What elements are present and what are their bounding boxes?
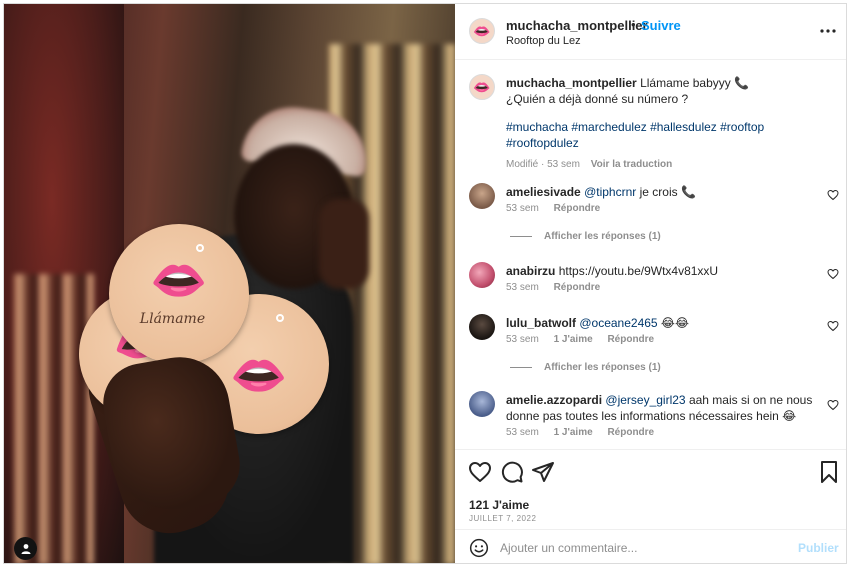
post-date: JUILLET 7, 2022 — [469, 514, 537, 523]
caption-hashtags[interactable]: #muchacha #marchedulez #hallesdulez #roo… — [506, 119, 836, 151]
caption-line2: ¿Quién a déjà donné su número ? — [506, 92, 689, 106]
show-replies-label: Afficher les réponses (1) — [544, 362, 661, 373]
like-comment-heart-icon[interactable] — [827, 268, 839, 280]
avatar[interactable]: 👄 — [469, 18, 495, 44]
reply-button[interactable]: Répondre — [607, 427, 654, 438]
caption-text: muchacha_montpellier Llámame babyyy 📞 ¿Q… — [506, 75, 836, 173]
comment-time: 53 sem — [506, 334, 539, 345]
comment-likes-count[interactable]: 1 J'aime — [554, 334, 593, 345]
comment-text: anabirzu https://youtu.be/9Wtx4v81xxU — [506, 263, 816, 279]
avatar[interactable] — [469, 314, 495, 340]
post-location[interactable]: Rooftop du Lez — [506, 35, 581, 47]
comment-likes-count[interactable]: 1 J'aime — [554, 427, 593, 438]
add-comment-bar: Publier — [455, 529, 846, 563]
caption-edited-time: Modifié · 53 sem — [506, 159, 580, 170]
comment-text: lulu_batwolf @oceane2465 😂😂 — [506, 315, 816, 331]
comment-text: ameliesivade @tiphcrnr je crois 📞 — [506, 184, 816, 200]
replies-line — [510, 235, 532, 237]
caption-line1: Llámame babyyy 📞 — [640, 76, 750, 90]
comment-mention[interactable]: @jersey_girl23 — [605, 393, 685, 407]
more-options-button[interactable] — [816, 22, 840, 40]
like-comment-heart-icon[interactable] — [827, 189, 839, 201]
like-heart-icon[interactable] — [468, 460, 492, 484]
publish-button[interactable]: Publier — [798, 541, 839, 555]
comment-time: 53 sem — [506, 282, 539, 293]
comment-bubble-icon[interactable] — [500, 460, 524, 484]
avatar[interactable] — [469, 183, 495, 209]
tagged-users-button[interactable] — [14, 537, 37, 560]
reply-button[interactable]: Répondre — [554, 203, 601, 214]
post-actions: 121 J'aime JUILLET 7, 2022 — [455, 449, 846, 529]
comment-username[interactable]: lulu_batwolf — [506, 316, 576, 330]
comment-meta: 53 sem Répondre — [506, 282, 612, 293]
caption-author[interactable]: muchacha_montpellier — [506, 76, 637, 90]
avatar[interactable]: 👄 — [469, 74, 495, 100]
avatar[interactable] — [469, 262, 495, 288]
comment-time: 53 sem — [506, 427, 539, 438]
comment-username[interactable]: amelie.azzopardi — [506, 393, 602, 407]
show-replies-button[interactable]: Afficher les réponses (1) — [510, 231, 661, 242]
comment-link[interactable]: https://youtu.be/9Wtx4v81xxU — [559, 264, 718, 278]
post-modal: 👄 👄 👄 Llámame 👄 muchacha_montpellier • S… — [3, 3, 847, 564]
comment-meta: 53 sem Répondre — [506, 203, 612, 214]
like-comment-heart-icon[interactable] — [827, 320, 839, 332]
user-icon — [21, 543, 30, 554]
reply-button[interactable]: Répondre — [554, 282, 601, 293]
replies-line — [510, 366, 532, 368]
bookmark-icon[interactable] — [817, 460, 841, 484]
add-comment-input[interactable] — [500, 538, 780, 558]
avatar[interactable] — [469, 391, 495, 417]
comment-meta: 53 sem 1 J'aime Répondre — [506, 427, 666, 438]
comment-time: 53 sem — [506, 203, 539, 214]
comment-body: je crois 📞 — [636, 185, 696, 199]
post-author-username[interactable]: muchacha_montpellier — [506, 18, 648, 33]
post-header: 👄 muchacha_montpellier • Suivre Rooftop … — [455, 4, 846, 60]
photo-person-phone-hand — [319, 199, 369, 289]
post-photo: 👄 👄 👄 Llámame — [4, 4, 455, 563]
separator-dot: • — [631, 17, 636, 32]
translate-button[interactable]: Voir la traduction — [591, 159, 673, 170]
photo-coaster-text: Llámame — [139, 310, 206, 327]
post-caption: 👄 muchacha_montpellier Llámame babyyy 📞 … — [469, 74, 839, 170]
post-side-panel: 👄 muchacha_montpellier • Suivre Rooftop … — [455, 4, 846, 563]
lips-logo-icon: 👄 — [473, 79, 491, 95]
comment-username[interactable]: ameliesivade — [506, 185, 581, 199]
emoji-icon[interactable] — [469, 538, 489, 558]
comment-meta: 53 sem 1 J'aime Répondre — [506, 334, 666, 345]
more-horizontal-icon — [820, 29, 836, 33]
comment-text: amelie.azzopardi @jersey_girl23 aah mais… — [506, 392, 816, 424]
like-comment-heart-icon[interactable] — [827, 399, 839, 411]
lips-logo-icon: 👄 — [473, 23, 491, 39]
show-replies-label: Afficher les réponses (1) — [544, 231, 661, 242]
comment-mention[interactable]: @oceane2465 — [579, 316, 657, 330]
caption-meta: Modifié · 53 sem Voir la traduction — [506, 157, 836, 173]
share-send-icon[interactable] — [531, 460, 555, 484]
comment-username[interactable]: anabirzu — [506, 264, 555, 278]
comment-mention[interactable]: @tiphcrnr — [584, 185, 636, 199]
photo-coaster: 👄 Llámame — [109, 224, 249, 364]
follow-button[interactable]: Suivre — [641, 18, 681, 33]
photo-background-lights — [14, 274, 94, 563]
reply-button[interactable]: Répondre — [607, 334, 654, 345]
comments-list[interactable]: 👄 muchacha_montpellier Llámame babyyy 📞 … — [455, 60, 846, 449]
show-replies-button[interactable]: Afficher les réponses (1) — [510, 362, 661, 373]
comment-body: 😂😂 — [657, 316, 689, 330]
likes-count[interactable]: 121 J'aime — [469, 498, 529, 512]
